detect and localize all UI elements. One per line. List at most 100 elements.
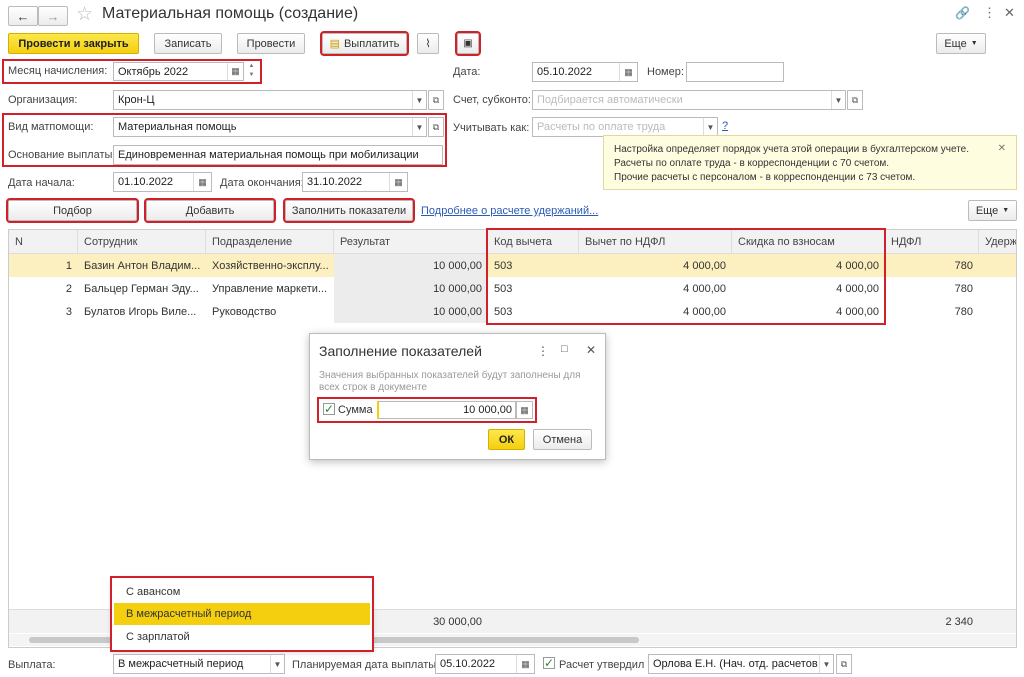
sum-value: 10 000,00 [463, 404, 512, 416]
table-more-button[interactable]: Еще ▼ [968, 200, 1017, 221]
cell-department[interactable]: Хозяйственно-эксплу... [206, 255, 334, 278]
more-vert-icon[interactable]: ⋮ [537, 344, 549, 358]
fill-indicators-button[interactable]: Заполнить показатели [283, 198, 415, 223]
calendar-icon[interactable]: ▦ [193, 173, 211, 191]
basis-label: Основание выплаты: [8, 149, 116, 161]
calculator-icon[interactable]: ▦ [516, 401, 533, 419]
plan-date-value: 05.10.2022 [440, 658, 496, 670]
open-approved-button[interactable]: ⧉ [836, 654, 852, 674]
month-label: Месяц начисления: [8, 65, 108, 77]
sum-field[interactable]: 10 000,00 [377, 401, 516, 419]
calendar-icon[interactable]: ▦ [516, 655, 534, 673]
chevron-down-icon[interactable]: ▼ [270, 655, 284, 673]
maximize-icon[interactable]: □ [561, 343, 568, 355]
col-n[interactable]: N [9, 230, 78, 254]
chevron-down-icon[interactable]: ▼ [412, 91, 426, 109]
calendar-icon[interactable]: ▦ [619, 63, 637, 81]
forward-button[interactable]: → [38, 6, 68, 26]
tooltip-line: Расчеты по оплате труда - в корреспонден… [614, 158, 890, 169]
cell-n: 1 [65, 260, 72, 272]
dialog-desc-line: Значения выбранных показателей будут зап… [319, 370, 581, 381]
more-vert-icon[interactable]: ⋮ [983, 5, 996, 21]
deductions-link[interactable]: Подробнее о расчете удержаний... [421, 205, 598, 217]
print-button[interactable]: ▣ [455, 31, 481, 56]
cell-n: 2 [65, 283, 72, 295]
start-value: 01.10.2022 [118, 176, 174, 188]
fill-indicators-dialog: Заполнение показателей ⋮ □ ✕ Значения вы… [309, 333, 606, 460]
pay-button[interactable]: ▤ Выплатить [320, 31, 409, 56]
chevron-down-icon[interactable]: ▼ [831, 91, 845, 109]
cell-result[interactable]: 10 000,00 [334, 278, 488, 301]
chevron-down-icon[interactable]: ▼ [703, 118, 717, 136]
end-value: 31.10.2022 [307, 176, 363, 188]
consider-field[interactable]: Расчеты по оплате труда ▼ [532, 117, 718, 137]
dropdown-option-selected[interactable]: В межрасчетный период [114, 603, 370, 625]
close-icon[interactable]: ✕ [1004, 5, 1015, 21]
close-icon[interactable]: ✕ [998, 142, 1006, 156]
cell-employee[interactable]: Булатов Игорь Виле... [78, 301, 206, 324]
date-field[interactable]: 05.10.2022 ▦ [532, 62, 638, 82]
sum-checkbox[interactable]: ✓ [323, 403, 335, 415]
open-org-button[interactable]: ⧉ [428, 90, 444, 110]
calendar-icon[interactable]: ▦ [227, 63, 243, 80]
cell-result[interactable]: 10 000,00 [334, 255, 488, 278]
cell-ndfl[interactable]: 780 [885, 301, 979, 324]
month-field[interactable]: Октябрь 2022 ▦ [113, 62, 244, 81]
kind-field[interactable]: Материальная помощь ▼ [113, 117, 427, 137]
cell-department[interactable]: Управление маркети... [206, 278, 334, 301]
tooltip-line: Прочие расчеты с персоналом - в корреспо… [614, 172, 916, 183]
cancel-button[interactable]: Отмена [533, 429, 592, 450]
cell-employee[interactable]: Базин Антон Владим... [78, 255, 206, 278]
account-field[interactable]: Подбирается автоматически ▼ [532, 90, 846, 110]
plan-date-field[interactable]: 05.10.2022 ▦ [435, 654, 535, 674]
start-field[interactable]: 01.10.2022 ▦ [113, 172, 212, 192]
dropdown-option[interactable]: С авансом [114, 580, 370, 602]
chevron-down-icon[interactable]: ▼ [819, 655, 833, 673]
kind-label: Вид матпомощи: [8, 121, 94, 133]
cell-employee[interactable]: Бальцер Герман Эду... [78, 278, 206, 301]
month-stepper[interactable]: ▲ ▼ [245, 62, 258, 81]
more-button[interactable]: Еще ▼ [936, 33, 986, 54]
plan-date-label: Планируемая дата выплаты: [292, 659, 440, 671]
chevron-down-icon[interactable]: ▼ [412, 118, 426, 136]
cell-result[interactable]: 10 000,00 [334, 301, 488, 324]
cell-n: 3 [65, 306, 72, 318]
col-employee[interactable]: Сотрудник [78, 230, 206, 254]
close-icon[interactable]: ✕ [586, 343, 596, 357]
consider-placeholder: Расчеты по оплате труда [537, 121, 666, 133]
col-withheld[interactable]: Удерж [979, 230, 1016, 254]
col-ndfl[interactable]: НДФЛ [885, 230, 979, 254]
add-button[interactable]: Добавить [144, 198, 276, 223]
post-button[interactable]: Провести [237, 33, 305, 54]
star-icon[interactable]: ☆ [76, 3, 93, 26]
save-button[interactable]: Записать [154, 33, 222, 54]
attach-button[interactable]: ⌇ [417, 33, 439, 54]
calendar-icon[interactable]: ▦ [389, 173, 407, 191]
cell-department[interactable]: Руководство [206, 301, 334, 324]
payout-field[interactable]: В межрасчетный период ▼ [113, 654, 285, 674]
number-field[interactable] [686, 62, 784, 82]
post-and-close-button[interactable]: Провести и закрыть [8, 33, 139, 54]
ok-button[interactable]: ОК [488, 429, 525, 450]
arrow-left-icon: ← [16, 8, 30, 24]
approved-field[interactable]: Орлова Е.Н. (Нач. отд. расчетов г ▼ [648, 654, 834, 674]
date-label: Дата: [453, 66, 481, 78]
approved-checkbox[interactable]: ✓ [543, 657, 555, 669]
cell-ndfl[interactable]: 780 [885, 255, 979, 278]
back-button[interactable]: ← [8, 6, 38, 26]
org-field[interactable]: Крон-Ц ▼ [113, 90, 427, 110]
open-kind-button[interactable]: ⧉ [428, 117, 444, 137]
col-department[interactable]: Подразделение [206, 230, 334, 254]
help-link[interactable]: ? [722, 120, 728, 132]
approved-value: Орлова Е.Н. (Нач. отд. расчетов г [653, 658, 825, 670]
account-label: Счет, субконто: [453, 94, 531, 106]
open-icon: ⧉ [851, 94, 859, 105]
open-account-button[interactable]: ⧉ [847, 90, 863, 110]
basis-field[interactable]: Единовременная материальная помощь при м… [113, 145, 443, 165]
pick-button[interactable]: Подбор [6, 198, 139, 223]
link-icon[interactable]: 🔗 [955, 6, 970, 20]
col-result[interactable]: Результат [334, 230, 488, 254]
cell-ndfl[interactable]: 780 [885, 278, 979, 301]
end-field[interactable]: 31.10.2022 ▦ [302, 172, 408, 192]
dropdown-option[interactable]: С зарплатой [114, 626, 370, 648]
